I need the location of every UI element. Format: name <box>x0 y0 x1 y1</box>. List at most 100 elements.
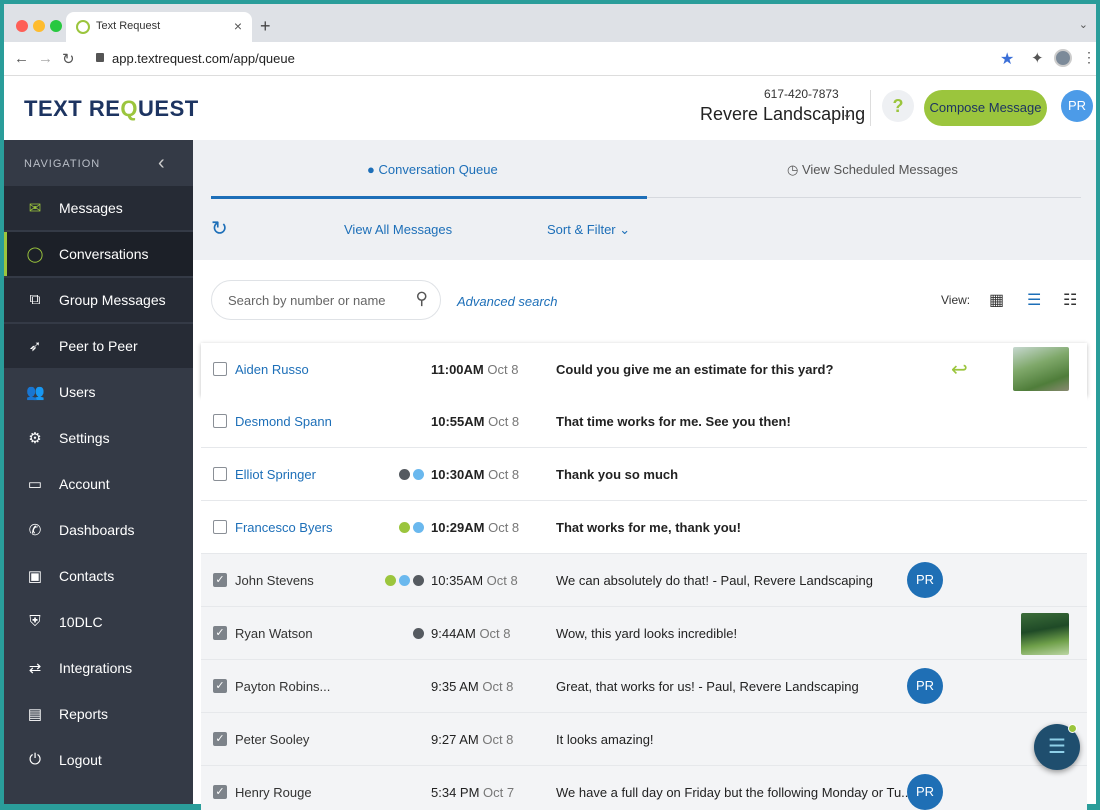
contact-name[interactable]: Ryan Watson <box>235 626 313 641</box>
reply-icon[interactable]: ↩ <box>951 357 968 382</box>
url-field[interactable]: app.textrequest.com/app/queue <box>112 51 295 66</box>
browser-tab[interactable]: Text Request × <box>66 12 252 42</box>
sidebar-item-logout[interactable]: ⏻ Logout <box>4 738 193 782</box>
lock-icon <box>96 53 104 62</box>
browser-profile-avatar[interactable] <box>1054 49 1072 67</box>
table-row[interactable]: ✓ Peter Sooley 9:27 AM Oct 8 It looks amazi… <box>201 713 1087 766</box>
chat-bubble-icon: ◯ <box>26 246 44 263</box>
tab-conversation-queue[interactable]: ● Conversation Queue <box>367 162 498 177</box>
tab-scheduled-messages[interactable]: ◷ View Scheduled Messages <box>787 162 958 178</box>
sidebar-item-integrations[interactable]: ⇄ Integrations <box>4 646 193 690</box>
tab-close-icon[interactable]: × <box>234 18 242 34</box>
table-row[interactable]: ✓ Payton Robins... 9:35 AM Oct 8 Great, tha… <box>201 660 1087 713</box>
sidebar-item-contacts[interactable]: ▣ Contacts <box>4 554 193 598</box>
tab-search-icon[interactable]: ⌄ <box>1079 18 1088 31</box>
envelope-icon: ✉ <box>28 200 42 217</box>
sidebar-item-10dlc[interactable]: ⛨ 10DLC <box>4 600 193 644</box>
search-icon[interactable]: ⚲ <box>416 289 428 309</box>
message-preview[interactable]: That works for me, thank you! <box>556 520 741 535</box>
message-preview[interactable]: Could you give me an estimate for this y… <box>556 362 833 377</box>
row-checkbox[interactable] <box>213 362 227 376</box>
message-preview[interactable]: Wow, this yard looks incredible! <box>556 626 737 641</box>
help-button[interactable]: ? <box>882 90 914 122</box>
sidebar-item-messages[interactable]: ✉ Messages <box>4 186 193 230</box>
tag-dot-icon <box>413 628 424 639</box>
contact-name[interactable]: Elliot Springer <box>235 467 316 482</box>
grid-view-icon[interactable]: ▦ <box>989 290 1004 310</box>
table-row[interactable]: Desmond Spann 10:55AM Oct 8 That time work… <box>201 395 1087 448</box>
message-preview[interactable]: Great, that works for us! - Paul, Revere… <box>556 679 859 694</box>
table-row[interactable]: ✓ John Stevens 10:35AM Oct 8 We can absolut… <box>201 554 1087 607</box>
contact-name[interactable]: John Stevens <box>235 573 314 588</box>
chevron-down-icon[interactable]: ⌄ <box>842 106 853 122</box>
tag-dot-icon <box>413 575 424 586</box>
sort-filter-dropdown[interactable]: Sort & Filter ⌄ <box>547 222 630 238</box>
advanced-search-link[interactable]: Advanced search <box>457 294 557 309</box>
list-view-icon[interactable]: ☰ <box>1027 290 1041 310</box>
sidebar-item-conversations[interactable]: ◯ Conversations <box>4 232 193 276</box>
view-all-messages-link[interactable]: View All Messages <box>344 222 452 237</box>
tag-dot-icon <box>399 575 410 586</box>
message-preview[interactable]: It looks amazing! <box>556 732 654 747</box>
close-window-button[interactable] <box>16 20 28 32</box>
detail-view-icon[interactable]: ☷ <box>1063 290 1077 310</box>
logo[interactable]: TEXT REQUEST <box>24 96 199 122</box>
bookmark-star-icon[interactable]: ★ <box>1000 49 1014 69</box>
reload-icon[interactable]: ↻ <box>62 50 75 68</box>
message-preview[interactable]: Thank you so much <box>556 467 678 482</box>
contact-name[interactable]: Francesco Byers <box>235 520 333 535</box>
view-label: View: <box>941 293 971 307</box>
table-row[interactable]: ✓ Ryan Watson 9:44AM Oct 8 Wow, this yard l… <box>201 607 1087 660</box>
compose-message-button[interactable]: Compose Message <box>924 90 1047 126</box>
browser-menu-icon[interactable]: ⋮ <box>1082 49 1096 66</box>
sidebar: NAVIGATION ‹ ✉ Messages ◯ Conversations … <box>4 140 193 804</box>
new-tab-icon[interactable]: + <box>260 16 271 37</box>
row-checkbox[interactable] <box>213 520 227 534</box>
forward-icon[interactable]: → <box>38 50 53 67</box>
sidebar-item-settings[interactable]: ⚙ Settings <box>4 416 193 460</box>
active-tab-indicator <box>211 196 647 199</box>
yard-photo-thumbnail[interactable] <box>1013 347 1069 391</box>
row-checkbox[interactable]: ✓ <box>213 785 227 799</box>
row-checkbox[interactable]: ✓ <box>213 732 227 746</box>
row-checkbox[interactable]: ✓ <box>213 573 227 587</box>
table-row[interactable]: ✓ Henry Rouge 5:34 PM Oct 7 We have a full … <box>201 766 1087 810</box>
message-preview[interactable]: That time works for me. See you then! <box>556 414 791 429</box>
back-icon[interactable]: ← <box>14 50 29 67</box>
table-row[interactable]: Francesco Byers 10:29AM Oct 8 That works f… <box>201 501 1087 554</box>
user-avatar[interactable]: PR <box>1061 90 1093 122</box>
table-row[interactable]: Aiden Russo 11:00AM Oct 8 Could you give m… <box>201 343 1087 396</box>
contact-name[interactable]: Aiden Russo <box>235 362 309 377</box>
table-row[interactable]: Elliot Springer 10:30AM Oct 8 Thank you so… <box>201 448 1087 501</box>
row-checkbox[interactable]: ✓ <box>213 679 227 693</box>
contact-name[interactable]: Payton Robins... <box>235 679 330 694</box>
sidebar-item-peer-to-peer[interactable]: ➶ Peer to Peer <box>4 324 193 368</box>
extensions-icon[interactable]: ✦ <box>1031 49 1044 67</box>
message-timestamp: 10:35AM Oct 8 <box>431 573 518 588</box>
collapse-sidebar-icon[interactable]: ‹ <box>158 152 165 175</box>
maximize-window-button[interactable] <box>50 20 62 32</box>
row-checkbox[interactable]: ✓ <box>213 626 227 640</box>
company-selector[interactable]: Revere Landscaping <box>700 104 865 125</box>
search-input[interactable]: Search by number or name ⚲ <box>211 280 441 320</box>
sidebar-item-reports[interactable]: ▤ Reports <box>4 692 193 736</box>
yard-photo-thumbnail[interactable] <box>1021 613 1069 655</box>
contact-name[interactable]: Desmond Spann <box>235 414 332 429</box>
address-bar: ← → ↻ app.textrequest.com/app/queue ★ ✦ … <box>4 42 1096 76</box>
sidebar-item-group-messages[interactable]: ⧉ Group Messages <box>4 278 193 322</box>
message-timestamp: 9:44AM Oct 8 <box>431 626 511 641</box>
favicon-icon <box>76 20 90 34</box>
message-preview[interactable]: We can absolutely do that! - Paul, Rever… <box>556 573 873 588</box>
message-preview[interactable]: We have a full day on Friday but the fol… <box>556 785 912 800</box>
sidebar-item-account[interactable]: ▭ Account <box>4 462 193 506</box>
tag-dot-icon <box>399 522 410 533</box>
row-checkbox[interactable] <box>213 467 227 481</box>
minimize-window-button[interactable] <box>33 20 45 32</box>
sidebar-item-users[interactable]: 👥 Users <box>4 370 193 414</box>
row-checkbox[interactable] <box>213 414 227 428</box>
rocket-icon: ➶ <box>28 338 42 355</box>
contact-name[interactable]: Peter Sooley <box>235 732 309 747</box>
refresh-icon[interactable]: ↻ <box>211 216 228 241</box>
contact-name[interactable]: Henry Rouge <box>235 785 312 800</box>
sidebar-item-dashboards[interactable]: ✆ Dashboards <box>4 508 193 552</box>
